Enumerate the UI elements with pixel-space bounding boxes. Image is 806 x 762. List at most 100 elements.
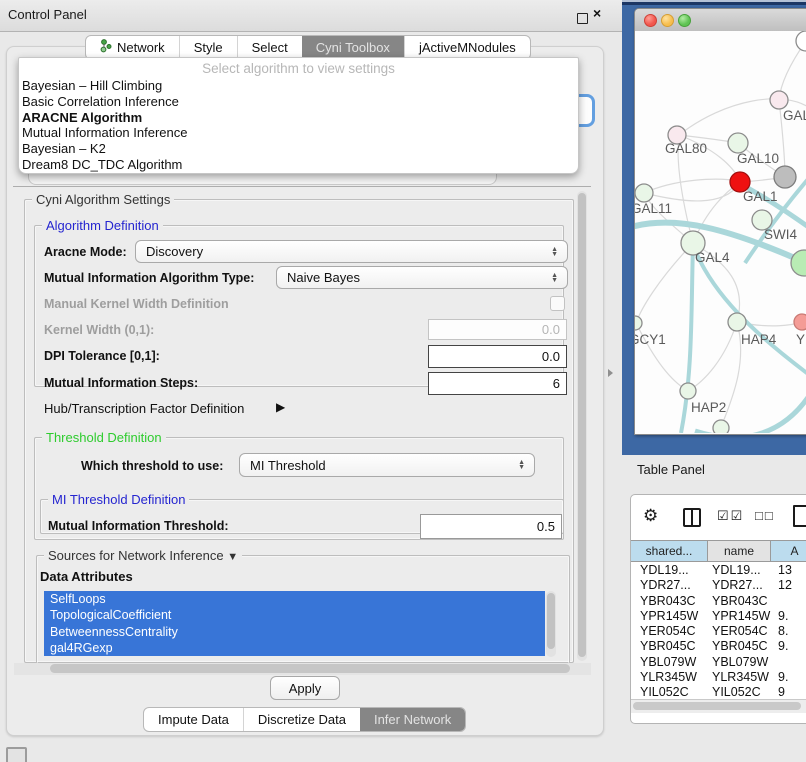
column-header-shared-name[interactable]: shared... [631, 540, 708, 562]
table-row[interactable]: YER054CYER054C8. [631, 624, 806, 639]
data-attributes-list: SelfLoops TopologicalCoefficient Between… [44, 591, 545, 656]
tab-infer-network[interactable]: Infer Network [360, 708, 465, 731]
algorithm-option[interactable]: Basic Correlation Inference [19, 94, 578, 110]
tab-discretize-data[interactable]: Discretize Data [243, 708, 360, 731]
manual-kernel-label: Manual Kernel Width Definition [44, 297, 229, 311]
network-node-hap4[interactable] [728, 313, 746, 331]
attribute-item[interactable]: BetweennessCentrality [44, 624, 545, 640]
panel-divider-handle[interactable] [608, 369, 613, 377]
table-row[interactable]: YLR345WYLR345W9. [631, 670, 806, 685]
algorithm-option[interactable]: Bayesian – Hill Climbing [19, 78, 578, 94]
minimize-traffic-light-icon[interactable] [661, 14, 674, 27]
algorithm-option[interactable]: Bayesian – K2 [19, 141, 578, 157]
table-row[interactable]: YPR145WYPR145W9. [631, 609, 806, 624]
export-table-icon[interactable] [793, 505, 806, 527]
algorithm-option-selected[interactable]: ARACNE Algorithm [19, 110, 578, 126]
network-node-gray[interactable] [774, 166, 796, 188]
control-panel-title: Control Panel [8, 7, 87, 22]
node-label: Y [796, 332, 805, 347]
sources-expand-arrow-icon[interactable]: ▼ [227, 551, 238, 563]
node-label: GCY1 [635, 332, 666, 347]
close-icon[interactable]: × [593, 5, 601, 21]
manual-kernel-checkbox[interactable] [550, 296, 565, 311]
gear-icon[interactable]: ⚙ [643, 506, 658, 526]
tab-cyni-toolbox[interactable]: Cyni Toolbox [302, 36, 404, 59]
network-node[interactable] [791, 250, 806, 276]
restore-panel-icon[interactable] [6, 747, 27, 762]
attribute-item[interactable]: gal4RGexp [44, 640, 545, 656]
network-node[interactable] [794, 314, 806, 330]
mi-type-combo[interactable]: Naive Bayes ▲▼ [276, 266, 568, 289]
table-panel-title: Table Panel [637, 462, 705, 477]
table-rows: YDL19...YDL19...13 YDR27...YDR27...12 YB… [631, 563, 806, 701]
mi-steps-label: Mutual Information Steps: [44, 376, 198, 390]
algorithm-placeholder: Select algorithm to view settings [19, 58, 578, 78]
column-header-name[interactable]: name [708, 540, 771, 562]
mi-type-label: Mutual Information Algorithm Type: [44, 271, 254, 285]
dpi-tolerance-field[interactable]: 0.0 [428, 345, 567, 368]
mi-threshold-field[interactable]: 0.5 [420, 514, 562, 539]
close-traffic-light-icon[interactable] [644, 14, 657, 27]
table-row[interactable]: YDL19...YDL19...13 [631, 563, 806, 578]
network-node-gal10[interactable] [728, 133, 748, 153]
float-panel-icon[interactable] [577, 13, 588, 24]
threshold-definition-title: Threshold Definition [42, 430, 166, 445]
algorithm-option[interactable]: Mutual Information Inference [19, 125, 578, 141]
mi-steps-field[interactable]: 6 [428, 372, 567, 395]
aracne-mode-combo[interactable]: Discovery ▲▼ [135, 240, 568, 263]
settings-vertical-scrollbar[interactable] [577, 191, 587, 661]
network-graph: GAL GAL80 GAL10 GAL1 GAL11 SWI4 GAL4 GCY… [635, 31, 806, 433]
node-label: GAL4 [695, 250, 730, 265]
sources-title: Sources for Network Inference ▼ [44, 548, 242, 563]
tab-select[interactable]: Select [237, 36, 302, 59]
table-header-row: shared... name A [631, 540, 806, 562]
attribute-item[interactable]: TopologicalCoefficient [44, 607, 545, 623]
tab-network[interactable]: Network [86, 36, 179, 59]
network-canvas[interactable]: GAL GAL80 GAL10 GAL1 GAL11 SWI4 GAL4 GCY… [635, 31, 806, 433]
columns-icon[interactable] [683, 508, 701, 527]
table-row[interactable]: YDR27...YDR27...12 [631, 578, 806, 593]
which-threshold-label: Which threshold to use: [81, 459, 223, 473]
table-toolbar: ⚙ ☑☑ □□ [631, 495, 806, 539]
node-label: HAP4 [741, 332, 777, 347]
network-node-gcy1[interactable] [635, 316, 642, 330]
node-label: HAP2 [691, 400, 726, 415]
network-window: GAL GAL80 GAL10 GAL1 GAL11 SWI4 GAL4 GCY… [634, 8, 806, 435]
network-tab-icon [100, 39, 112, 56]
mi-threshold-label: Mutual Information Threshold: [48, 519, 229, 533]
zoom-traffic-light-icon[interactable] [678, 14, 691, 27]
deselect-all-checkboxes-icon[interactable]: □□ [755, 508, 775, 523]
node-label: GAL80 [665, 141, 707, 156]
spinner-icon: ▲▼ [551, 247, 558, 257]
select-all-checkboxes-icon[interactable]: ☑☑ [717, 508, 744, 524]
aracne-mode-label: Aracne Mode: [44, 245, 127, 259]
tab-jactivemnodules[interactable]: jActiveMNodules [404, 36, 530, 59]
table-row[interactable]: YBL079WYBL079W [631, 655, 806, 670]
attribute-item[interactable]: SelfLoops [44, 591, 545, 607]
network-window-titlebar[interactable] [635, 9, 806, 32]
tab-style[interactable]: Style [179, 36, 237, 59]
bottom-tabbar: Impute Data Discretize Data Infer Networ… [143, 707, 466, 732]
apply-button[interactable]: Apply [270, 676, 340, 700]
table-row[interactable]: YBR043CYBR043C [631, 594, 806, 609]
spinner-icon: ▲▼ [551, 273, 558, 283]
table-row[interactable]: YBR045CYBR045C9. [631, 639, 806, 654]
network-node[interactable] [796, 31, 806, 51]
network-node[interactable] [713, 420, 729, 433]
algorithm-option[interactable]: Dream8 DC_TDC Algorithm [19, 157, 578, 173]
node-label: GAL10 [737, 151, 779, 166]
kernel-width-field[interactable]: 0.0 [428, 319, 567, 340]
table-horizontal-scrollbar[interactable] [631, 699, 806, 713]
which-threshold-combo[interactable]: MI Threshold ▲▼ [239, 453, 535, 477]
attributes-scrollbar[interactable] [546, 591, 556, 657]
network-node[interactable] [770, 91, 788, 109]
node-label: SWI4 [764, 227, 797, 242]
tab-impute-data[interactable]: Impute Data [144, 708, 243, 731]
hub-collapse-arrow-icon[interactable]: ▶ [276, 400, 285, 414]
kernel-width-label: Kernel Width (0,1): [44, 323, 154, 337]
settings-horizontal-scrollbar[interactable] [14, 663, 591, 675]
tab-network-label: Network [117, 40, 165, 55]
column-header-partial[interactable]: A [771, 540, 806, 562]
network-node-hap2[interactable] [680, 383, 696, 399]
network-node-gal11[interactable] [635, 184, 653, 202]
